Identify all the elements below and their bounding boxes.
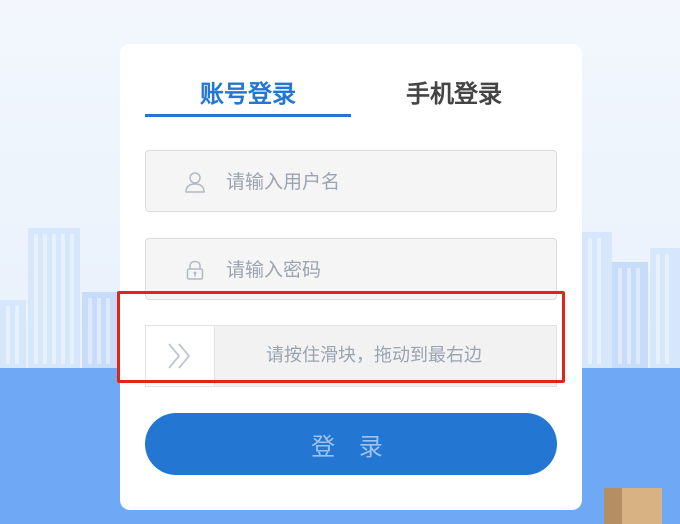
background-building [612,262,648,370]
login-button[interactable]: 登 录 [145,413,557,475]
background-box [604,488,662,524]
user-icon [185,172,205,193]
background-building [582,232,612,370]
login-tabs: 账号登录 手机登录 [145,74,557,118]
login-card: 账号登录 手机登录 请按住滑块，拖动到最右边 登 录 [120,44,582,510]
tab-account-login[interactable]: 账号登录 [145,74,351,117]
background-building [650,248,680,370]
highlight-box [117,291,565,383]
username-input[interactable] [224,151,548,213]
background-building [28,228,80,370]
background-building [82,292,120,370]
tab-phone-login[interactable]: 手机登录 [351,74,557,114]
background-building [0,300,26,370]
username-field [145,150,557,213]
lock-icon [186,260,204,280]
